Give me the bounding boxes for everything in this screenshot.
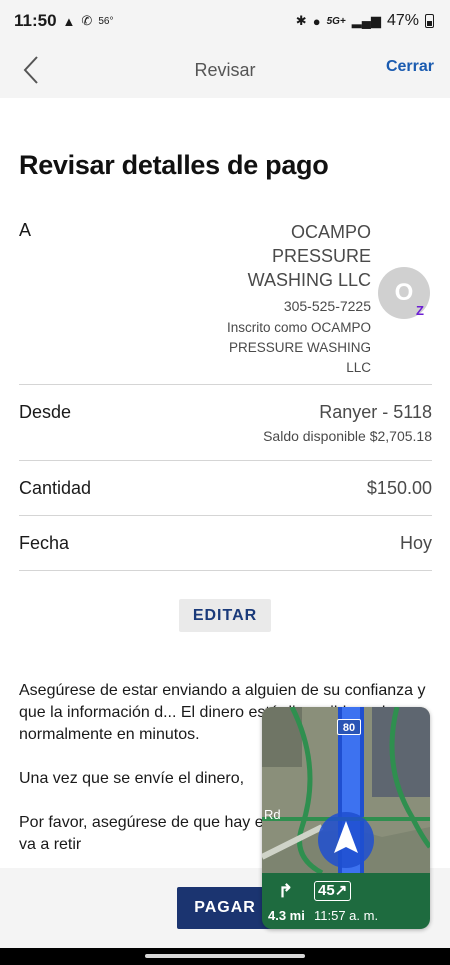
recipient-enrolled-line: PRESSURE WASHING [228, 340, 371, 355]
amount-value: $150.00 [366, 478, 432, 498]
recipient-enrolled-line: Inscrito como OCAMPO [226, 320, 371, 335]
recipient-enrolled-line: LLC [346, 360, 371, 375]
phone-icon: ✆ [81, 13, 93, 28]
speed-value: 45 [318, 882, 335, 899]
chevron-left-icon [23, 56, 38, 84]
recipient-name-line: WASHING LLC [247, 270, 371, 290]
navigation-map-overlay[interactable]: Rd 80 ↱ 4.3 mi 45↗ 11:57 a. m. [262, 707, 430, 929]
divider [19, 570, 432, 571]
speed-limit: 45↗ [314, 881, 352, 901]
status-right: ✱ ● 5G+ ▂▄▆ 47% [296, 12, 434, 30]
turn-distance: 4.3 mi [268, 908, 305, 923]
edit-button[interactable]: EDITAR [179, 599, 271, 632]
navigation-icon: ▲ [62, 13, 76, 29]
from-account: Ranyer - 5118 [319, 402, 432, 422]
divider [19, 384, 432, 385]
temperature: 56° [98, 15, 114, 27]
available-balance: Saldo disponible $2,705.18 [263, 428, 432, 444]
to-label: A [19, 220, 32, 240]
header-title: Revisar [194, 59, 256, 80]
location-icon: ● [312, 13, 321, 29]
network-type: 5G+ [326, 15, 346, 27]
eta: 11:57 a. m. [314, 908, 379, 923]
close-button[interactable]: Cerrar [386, 58, 434, 76]
page-title: Revisar detalles de pago [19, 150, 329, 180]
recipient-details: OCAMPO PRESSURE WASHING LLC 305-525-7225… [171, 220, 371, 378]
home-gesture-handle[interactable] [145, 954, 305, 958]
recipient-name-line: OCAMPO [290, 222, 371, 242]
divider [19, 460, 432, 461]
status-bar: 11:50 ▲ ✆ 56° ✱ ● 5G+ ▂▄▆ 47% [0, 0, 450, 42]
back-button[interactable] [14, 52, 48, 88]
pay-button[interactable]: PAGAR [177, 887, 273, 929]
status-time: 11:50 [14, 11, 57, 30]
amount-label: Cantidad [19, 478, 92, 498]
bluetooth-icon: ✱ [295, 13, 307, 28]
battery-percent: 47% [386, 12, 419, 29]
system-nav-bar [0, 948, 450, 965]
recipient-phone: 305-525-7225 [283, 298, 371, 314]
date-label: Fecha [19, 533, 70, 553]
date-value: Hoy [399, 533, 432, 553]
header: Revisar Cerrar [0, 42, 450, 98]
status-left: 11:50 ▲ ✆ 56° [14, 11, 113, 31]
divider [19, 515, 432, 516]
zelle-badge: Z [416, 303, 424, 318]
signal-icon: ▂▄▆ [351, 13, 381, 28]
navigation-banner: ↱ 4.3 mi 45↗ 11:57 a. m. [262, 873, 430, 929]
turn-right-icon: ↱ [278, 881, 294, 901]
recipient-name-line: PRESSURE [271, 246, 371, 266]
map-road-label: Rd [264, 807, 281, 822]
battery-icon [425, 14, 434, 28]
highway-shield: 80 [337, 719, 361, 735]
from-label: Desde [19, 402, 72, 422]
